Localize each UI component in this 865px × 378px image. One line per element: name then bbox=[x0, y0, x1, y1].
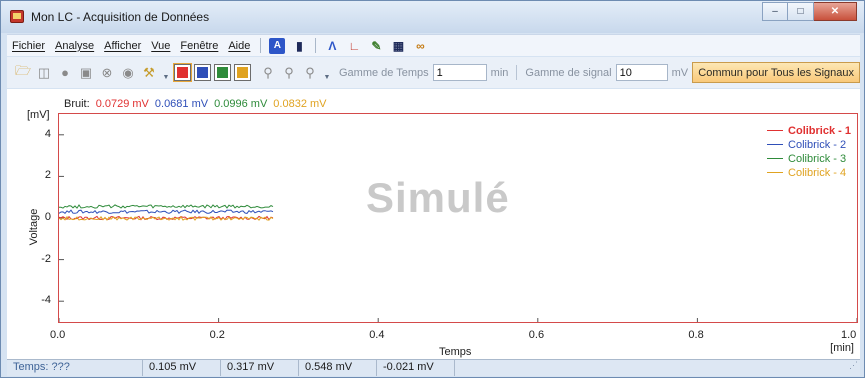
window-title: Mon LC - Acquisition de Données bbox=[31, 10, 210, 24]
y-axis-label: Voltage bbox=[28, 208, 40, 246]
x-axis-label: Temps bbox=[439, 346, 472, 358]
legend-label: Colibrick - 3 bbox=[788, 152, 847, 165]
status-time: Temps: ??? bbox=[7, 360, 143, 376]
legend-swatch bbox=[767, 130, 784, 131]
save-icon[interactable]: ◫ bbox=[36, 65, 52, 81]
menu-fenetre[interactable]: Fenêtre bbox=[175, 40, 223, 52]
chart-panel: Bruit: 0.0729 mV 0.0681 mV 0.0996 mV 0.0… bbox=[7, 89, 860, 359]
legend-label: Colibrick - 4 bbox=[788, 166, 847, 179]
menu-separator bbox=[260, 38, 262, 53]
plot-area[interactable]: Simulé Colibrick - 1 Colibrick - 2 Colib… bbox=[58, 113, 858, 323]
status-value-3: 0.548 mV bbox=[299, 360, 377, 376]
x-tick-label: 0.0 bbox=[50, 329, 66, 341]
edit-icon[interactable]: ✎ bbox=[368, 38, 384, 54]
legend-item[interactable]: Colibrick - 2 bbox=[767, 138, 851, 151]
record-icon[interactable]: ● bbox=[57, 65, 73, 81]
zoom-fit-icon[interactable]: ⚲ bbox=[302, 65, 318, 81]
channel-4-swatch bbox=[237, 67, 248, 78]
resize-grip-icon[interactable]: ⋰ bbox=[846, 360, 860, 376]
peaks-icon[interactable]: Λ bbox=[324, 38, 340, 54]
series-line-3 bbox=[59, 204, 274, 209]
legend-label: Colibrick - 1 bbox=[788, 124, 851, 137]
time-unit-label: min bbox=[490, 66, 509, 79]
x-tick-label: 0.2 bbox=[209, 329, 225, 341]
noise-label: Bruit: bbox=[64, 98, 90, 110]
zoom-out-icon[interactable]: ⚲ bbox=[281, 65, 297, 81]
x-tick-label: 0.6 bbox=[528, 329, 545, 341]
signal-unit-label: mV bbox=[671, 66, 689, 79]
status-value-2: 0.317 mV bbox=[221, 360, 299, 376]
channel-2-swatch bbox=[197, 67, 208, 78]
chevron-down-icon[interactable]: ▼ bbox=[323, 65, 331, 81]
channel-3-color-button[interactable] bbox=[214, 64, 231, 81]
legend-swatch bbox=[767, 172, 784, 173]
open-folder-icon[interactable]: 🗁 bbox=[15, 63, 31, 81]
legend-item[interactable]: Colibrick - 3 bbox=[767, 152, 851, 165]
maximize-button[interactable]: □ bbox=[788, 2, 814, 21]
legend: Colibrick - 1 Colibrick - 2 Colibrick - … bbox=[767, 124, 851, 180]
y-tick-label: 4 bbox=[44, 127, 51, 140]
channel-1-swatch bbox=[177, 67, 188, 78]
chevron-down-icon[interactable]: ▼ bbox=[162, 65, 170, 81]
title-bar[interactable]: Mon LC - Acquisition de Données – □ ✕ bbox=[1, 1, 864, 33]
status-value-4: -0.021 mV bbox=[377, 360, 455, 376]
y-tick-label: -2 bbox=[41, 252, 51, 265]
legend-label: Colibrick - 2 bbox=[788, 138, 847, 151]
series-line-2 bbox=[59, 209, 274, 214]
x-unit-label: [min] bbox=[830, 342, 854, 354]
channel-1-color-button[interactable] bbox=[173, 63, 192, 82]
y-tick-label: 0 bbox=[44, 211, 51, 223]
toolbar-separator bbox=[516, 65, 518, 80]
legend-item[interactable]: Colibrick - 1 bbox=[767, 124, 851, 137]
signal-range-input[interactable] bbox=[615, 64, 668, 81]
noise-value-1: 0.0729 mV bbox=[95, 98, 149, 110]
stop-icon[interactable]: ⊗ bbox=[99, 65, 115, 81]
wrench-icon[interactable]: ⚒ bbox=[141, 65, 157, 81]
noise-value-3: 0.0996 mV bbox=[214, 98, 268, 110]
app-icon[interactable] bbox=[10, 10, 24, 23]
time-range-input[interactable] bbox=[432, 64, 487, 81]
window-controls: – □ ✕ bbox=[762, 2, 857, 21]
simulated-watermark: Simulé bbox=[366, 174, 510, 221]
signal-range-label: Gamme de signal bbox=[525, 66, 612, 79]
x-tick-label: 0.4 bbox=[369, 329, 385, 341]
channel-2-color-button[interactable] bbox=[194, 64, 211, 81]
noise-readout: Bruit: 0.0729 mV 0.0681 mV 0.0996 mV 0.0… bbox=[64, 98, 327, 110]
y-tick-label: 2 bbox=[44, 169, 51, 182]
glasses-icon[interactable]: ∞ bbox=[412, 38, 428, 54]
menu-bar: Fichier Analyse Afficher Vue Fenêtre Aid… bbox=[7, 34, 860, 56]
application-window: Mon LC - Acquisition de Données – □ ✕ Fi… bbox=[0, 0, 865, 378]
camera-icon[interactable]: ▣ bbox=[78, 65, 94, 81]
menu-afficher[interactable]: Afficher bbox=[99, 40, 146, 52]
time-range-label: Gamme de Temps bbox=[339, 66, 429, 79]
toolbar: 🗁 ◫ ● ▣ ⊗ ◉ ⚒ ▼ ⚲ ⚲ ⚲ ▼ Gamme de Temps m… bbox=[7, 57, 860, 88]
legend-swatch bbox=[767, 144, 784, 145]
noise-value-2: 0.0681 mV bbox=[154, 98, 209, 110]
close-button[interactable]: ✕ bbox=[814, 2, 857, 21]
settings-disabled-icon[interactable]: ◉ bbox=[120, 65, 136, 81]
channel-4-color-button[interactable] bbox=[234, 64, 251, 81]
acquisition-a-icon[interactable]: A bbox=[269, 37, 286, 54]
x-tick-label: 0.8 bbox=[688, 329, 704, 341]
chart-line-icon[interactable]: ∟ bbox=[346, 38, 362, 54]
menu-fichier[interactable]: Fichier bbox=[7, 40, 50, 52]
zoom-in-icon[interactable]: ⚲ bbox=[260, 65, 276, 81]
table-icon[interactable]: ▦ bbox=[390, 38, 406, 54]
status-value-1: 0.105 mV bbox=[143, 360, 221, 376]
menu-vue[interactable]: Vue bbox=[146, 40, 175, 52]
menu-aide[interactable]: Aide bbox=[223, 40, 255, 52]
menu-analyse[interactable]: Analyse bbox=[50, 40, 99, 52]
common-all-signals-button[interactable]: Commun pour Tous les Signaux bbox=[692, 62, 860, 83]
x-tick-label: 1.0 bbox=[841, 329, 857, 341]
noise-value-4: 0.0832 mV bbox=[273, 98, 327, 110]
signal-icon[interactable]: ▮ bbox=[291, 38, 307, 54]
legend-swatch bbox=[767, 158, 784, 159]
status-bar: Temps: ??? 0.105 mV 0.317 mV 0.548 mV -0… bbox=[7, 359, 860, 376]
minimize-button[interactable]: – bbox=[762, 2, 788, 21]
y-tick-label: -4 bbox=[41, 294, 51, 307]
legend-item[interactable]: Colibrick - 4 bbox=[767, 166, 851, 179]
y-unit-label: [mV] bbox=[27, 109, 50, 121]
channel-3-swatch bbox=[217, 67, 228, 78]
menu-separator bbox=[315, 38, 317, 53]
